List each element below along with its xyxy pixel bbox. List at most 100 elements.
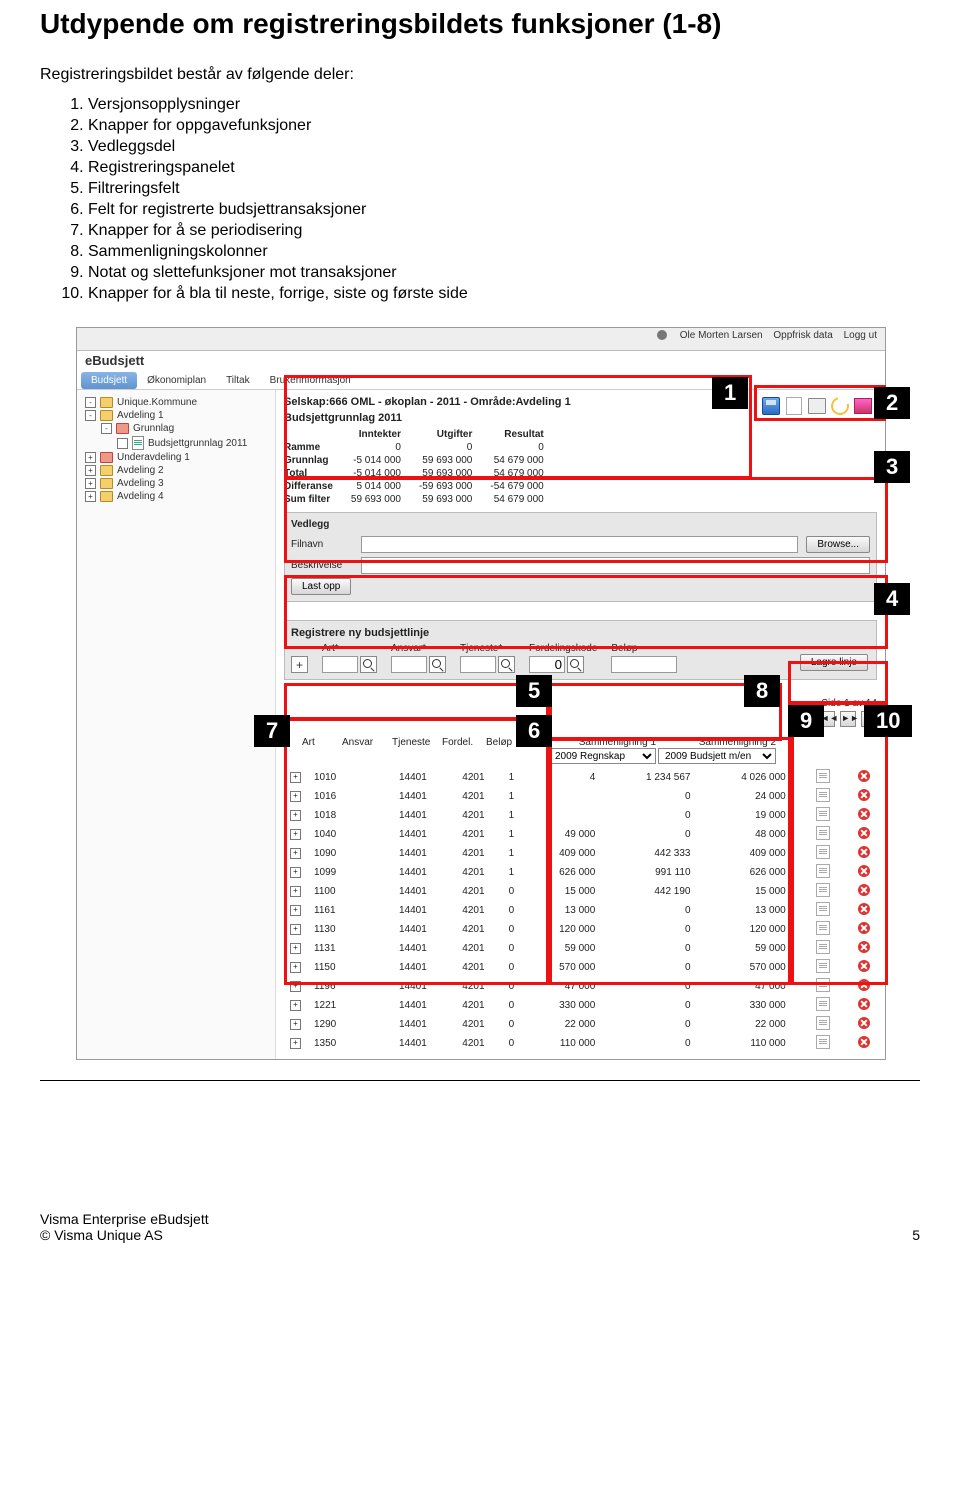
- delete-icon[interactable]: [858, 846, 870, 858]
- note-icon[interactable]: [816, 864, 830, 878]
- fordeling-search-icon[interactable]: [567, 656, 584, 673]
- table-row[interactable]: +10901440142011409 000442 333409 000: [284, 844, 876, 863]
- main-tab[interactable]: Budsjett: [81, 372, 137, 389]
- save-line-button[interactable]: Lagre linje: [800, 654, 868, 671]
- delete-icon[interactable]: [858, 941, 870, 953]
- note-icon[interactable]: [816, 1035, 830, 1049]
- next-page-button[interactable]: ►►: [840, 711, 856, 727]
- comparison-1-select[interactable]: 2009 Regnskap: [548, 748, 656, 764]
- print-icon[interactable]: [807, 396, 827, 416]
- delete-icon[interactable]: [858, 922, 870, 934]
- tree-item[interactable]: -Avdeling 1: [81, 409, 271, 422]
- main-tab[interactable]: Tiltak: [216, 372, 260, 389]
- browse-button[interactable]: Browse...: [806, 536, 870, 553]
- delete-icon[interactable]: [858, 808, 870, 820]
- filename-input[interactable]: [361, 536, 798, 553]
- delete-icon[interactable]: [858, 770, 870, 782]
- belop-input[interactable]: [611, 656, 677, 673]
- collapse-icon[interactable]: -: [85, 410, 96, 421]
- delete-icon[interactable]: [858, 1036, 870, 1048]
- note-icon[interactable]: [816, 959, 830, 973]
- tree-item[interactable]: +Avdeling 4: [81, 490, 271, 503]
- leaf-icon[interactable]: [117, 438, 128, 449]
- ansvar-input[interactable]: [391, 656, 427, 673]
- upload-button[interactable]: Last opp: [291, 578, 351, 595]
- art-input[interactable]: [322, 656, 358, 673]
- tjeneste-search-icon[interactable]: [498, 656, 515, 673]
- note-icon[interactable]: [816, 788, 830, 802]
- art-search-icon[interactable]: [360, 656, 377, 673]
- table-row[interactable]: +13501440142010110 0000110 000: [284, 1034, 876, 1053]
- table-row[interactable]: +1196144014201047 000047 000: [284, 977, 876, 996]
- expand-icon[interactable]: +: [290, 943, 301, 954]
- fordeling-input[interactable]: [529, 656, 565, 673]
- tree-item[interactable]: +Avdeling 3: [81, 477, 271, 490]
- delete-icon[interactable]: [858, 1017, 870, 1029]
- note-icon[interactable]: [816, 1016, 830, 1030]
- expand-icon[interactable]: +: [290, 905, 301, 916]
- note-icon[interactable]: [816, 807, 830, 821]
- table-row[interactable]: +1161144014201013 000013 000: [284, 901, 876, 920]
- expand-icon[interactable]: +: [85, 452, 96, 463]
- description-input[interactable]: [361, 557, 870, 574]
- expand-icon[interactable]: +: [85, 478, 96, 489]
- note-icon[interactable]: [816, 978, 830, 992]
- expand-icon[interactable]: +: [290, 886, 301, 897]
- delete-icon[interactable]: [858, 789, 870, 801]
- table-row[interactable]: +10991440142011626 000991 110626 000: [284, 863, 876, 882]
- expand-icon[interactable]: +: [85, 465, 96, 476]
- expand-icon[interactable]: +: [290, 1000, 301, 1011]
- note-icon[interactable]: [816, 902, 830, 916]
- table-row[interactable]: +10161440142011024 000: [284, 787, 876, 806]
- expand-icon[interactable]: +: [290, 962, 301, 973]
- note-icon[interactable]: [816, 997, 830, 1011]
- tree-item[interactable]: -Grunnlag: [81, 422, 271, 435]
- delete-icon[interactable]: [858, 903, 870, 915]
- expand-icon[interactable]: +: [290, 867, 301, 878]
- tree-item[interactable]: -Unique.Kommune: [81, 396, 271, 409]
- table-row[interactable]: +1290144014201022 000022 000: [284, 1015, 876, 1034]
- tree-item[interactable]: Budsjettgrunnlag 2011: [81, 435, 271, 451]
- comparison-2-select[interactable]: 2009 Budsjett m/en: [658, 748, 776, 764]
- expand-icon[interactable]: +: [290, 772, 301, 783]
- delete-icon[interactable]: [858, 979, 870, 991]
- delete-icon[interactable]: [858, 998, 870, 1010]
- expand-icon[interactable]: +: [290, 810, 301, 821]
- note-icon[interactable]: [816, 826, 830, 840]
- note-icon[interactable]: [816, 883, 830, 897]
- main-tab[interactable]: Brukerinformasjon: [260, 372, 361, 389]
- table-row[interactable]: +11301440142010120 0000120 000: [284, 920, 876, 939]
- refresh-link[interactable]: Oppfrisk data: [773, 330, 832, 341]
- delete-icon[interactable]: [858, 884, 870, 896]
- expand-icon[interactable]: +: [290, 848, 301, 859]
- table-row[interactable]: +1040144014201149 000048 000: [284, 825, 876, 844]
- table-row[interactable]: +1100144014201015 000442 19015 000: [284, 882, 876, 901]
- expand-row-icon[interactable]: +: [291, 656, 308, 673]
- undo-icon[interactable]: [830, 396, 850, 416]
- note-icon[interactable]: [816, 940, 830, 954]
- table-row[interactable]: +1010144014201141 234 5674 026 000: [284, 768, 876, 787]
- expand-icon[interactable]: +: [290, 1019, 301, 1030]
- ansvar-search-icon[interactable]: [429, 656, 446, 673]
- expand-icon[interactable]: +: [85, 491, 96, 502]
- table-row[interactable]: +11501440142010570 0000570 000: [284, 958, 876, 977]
- save-icon[interactable]: [761, 396, 781, 416]
- tjeneste-input[interactable]: [460, 656, 496, 673]
- tree-item[interactable]: +Avdeling 2: [81, 464, 271, 477]
- table-row[interactable]: +1131144014201059 000059 000: [284, 939, 876, 958]
- expand-icon[interactable]: +: [290, 981, 301, 992]
- tree-item[interactable]: +Underavdeling 1: [81, 451, 271, 464]
- note-icon[interactable]: [816, 769, 830, 783]
- table-row[interactable]: +10181440142011019 000: [284, 806, 876, 825]
- delete-icon[interactable]: [858, 827, 870, 839]
- collapse-icon[interactable]: -: [101, 423, 112, 434]
- notes-icon[interactable]: [853, 396, 873, 416]
- expand-icon[interactable]: +: [290, 791, 301, 802]
- main-tab[interactable]: Økonomiplan: [137, 372, 216, 389]
- delete-icon[interactable]: [858, 960, 870, 972]
- expand-icon[interactable]: +: [290, 829, 301, 840]
- collapse-icon[interactable]: -: [85, 397, 96, 408]
- expand-icon[interactable]: +: [290, 1038, 301, 1049]
- note-icon[interactable]: [816, 845, 830, 859]
- logout-link[interactable]: Logg ut: [844, 330, 877, 341]
